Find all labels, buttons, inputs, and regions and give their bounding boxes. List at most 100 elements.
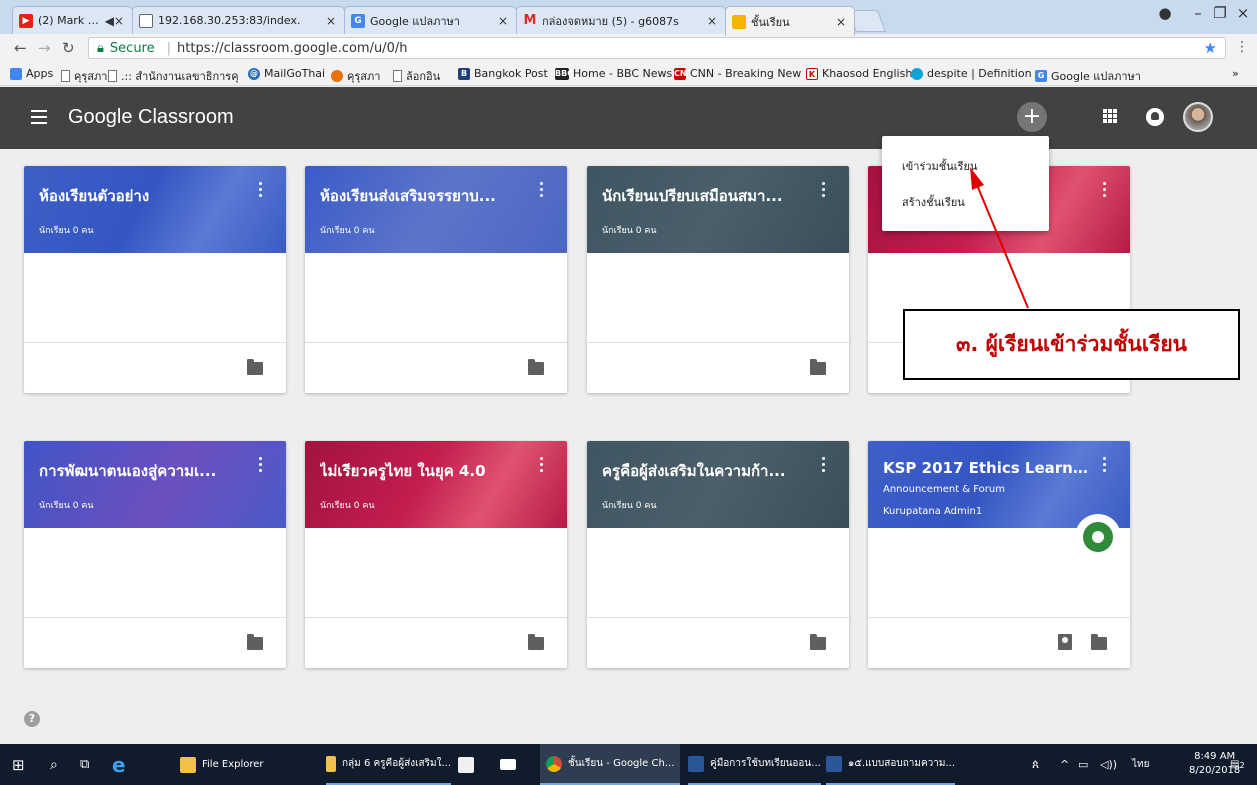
word-icon [826,755,842,772]
add-class-button[interactable]: + [1017,102,1047,132]
address-bar[interactable]: 🔒︎ Secure | https://classroom.google.com… [88,37,1226,59]
window-close-icon[interactable]: × [1228,4,1257,22]
tab-google-translate[interactable]: G Google แปลภาษา × [344,6,517,34]
tab-classroom[interactable]: ชั้นเรียน × [725,6,855,36]
card-footer [587,617,849,668]
create-class-menu-item[interactable]: สร้างชั้นเรียน [902,193,965,211]
help-icon[interactable]: ? [24,711,40,727]
card-header[interactable]: นักเรียนเปรียบเสมือนสมา... นักเรียน 0 คน [587,166,849,253]
bookmark-item[interactable]: คุรุสภา [61,67,107,85]
language-indicator[interactable]: ไทย [1132,744,1149,785]
reload-icon[interactable]: ↻ [62,39,75,57]
notifications-icon[interactable] [1146,108,1164,126]
bookmarks-overflow[interactable]: » [1232,67,1239,80]
folder-icon[interactable] [1091,634,1107,650]
class-title[interactable]: นักเรียนเปรียบเสมือนสมา... [602,184,807,208]
card-header[interactable]: ห้องเรียนตัวอย่าง นักเรียน 0 คน [24,166,286,253]
hamburger-menu-icon[interactable] [31,110,47,124]
tab-local-page[interactable]: 192.168.30.253:83/index. × [132,6,345,34]
edge-button[interactable]: e [112,744,126,785]
bookmark-apps[interactable]: Apps [10,67,53,80]
bookmark-item[interactable]: K Khaosod English [806,67,912,80]
folder-icon[interactable] [247,634,263,650]
close-icon[interactable]: × [326,14,336,28]
class-card[interactable]: การพัฒนาตนเองสู่ความเ... นักเรียน 0 คน [24,441,286,668]
taskbar-word-1[interactable]: คู่มือการใช้บทเรียนออน... [688,744,821,785]
task-view-button[interactable]: ⧉ [80,744,89,785]
card-header[interactable]: ไม่เรียวครูไทย ในยุค 4.0 นักเรียน 0 คน [305,441,567,528]
more-options-icon[interactable] [540,182,544,198]
class-card[interactable]: ไม่เรียวครูไทย ในยุค 4.0 นักเรียน 0 คน [305,441,567,668]
more-options-icon[interactable] [822,182,826,198]
mail-button[interactable] [500,744,522,785]
class-card[interactable]: ห้องเรียนตัวอย่าง นักเรียน 0 คน [24,166,286,393]
student-count: นักเรียน 0 คน [39,501,94,511]
close-icon[interactable]: × [836,15,846,29]
card-header[interactable]: ครูคือผู้ส่งเสริมในความก้า... นักเรียน 0… [587,441,849,528]
taskbar-file-explorer[interactable]: File Explorer [180,744,264,785]
class-card[interactable]: นักเรียนเปรียบเสมือนสมา... นักเรียน 0 คน [587,166,849,393]
more-options-icon[interactable] [1103,182,1107,198]
tray-chevron-icon[interactable]: ^ [1060,744,1069,785]
class-title[interactable]: ห้องเรียนตัวอย่าง [39,184,244,208]
start-button[interactable]: ⊞ [12,744,25,785]
more-options-icon[interactable] [259,457,263,473]
translate-icon: G [1035,70,1047,82]
bookmark-item[interactable]: G Google แปลภาษา [1035,67,1141,85]
class-card[interactable]: ครูคือผู้ส่งเสริมในความก้า... นักเรียน 0… [587,441,849,668]
tab-gmail[interactable]: M กล่องจดหมาย (5) - g6087s × [516,6,726,34]
network-icon[interactable]: ▭ [1078,744,1088,785]
more-options-icon[interactable] [1103,457,1107,473]
class-title[interactable]: การพัฒนาตนเองสู่ความเ... [39,459,244,483]
taskbar-chrome[interactable]: ชั้นเรียน - Google Ch... [540,744,681,785]
student-count: นักเรียน 0 คน [320,226,375,236]
folder-icon[interactable] [528,634,544,650]
back-icon[interactable]: ← [14,39,27,57]
browser-menu-icon[interactable]: ⋮ [1235,39,1249,55]
bookmark-item[interactable]: BBC Home - BBC News [555,67,672,80]
folder-icon[interactable] [528,359,544,375]
apps-grid-icon[interactable] [1103,109,1117,123]
card-header[interactable]: การพัฒนาตนเองสู่ความเ... นักเรียน 0 คน [24,441,286,528]
page-icon [139,13,153,28]
folder-icon[interactable] [810,634,826,650]
tab-title: Google แปลภาษา [370,14,460,28]
folder-icon[interactable] [810,359,826,375]
action-center-icon[interactable]: ▤ 2 [1230,744,1245,785]
search-button[interactable]: ⌕ [50,744,58,785]
taskbar-word-2[interactable]: ๑๕.แบบสอบถามความ... [826,744,956,785]
more-options-icon[interactable] [259,182,263,198]
store-button[interactable] [458,744,480,785]
more-options-icon[interactable] [822,457,826,473]
join-class-menu-item[interactable]: เข้าร่วมชั้นเรียน [902,157,977,175]
class-title[interactable]: ห้องเรียนส่งเสริมจรรยาบ... [320,184,525,208]
class-card[interactable]: ห้องเรียนส่งเสริมจรรยาบ... นักเรียน 0 คน [305,166,567,393]
class-title[interactable]: ครูคือผู้ส่งเสริมในความก้า... [602,459,807,483]
tab-youtube[interactable]: ▶ (2) Mark Zuckerberg ◀× [12,6,133,34]
class-title[interactable]: KSP 2017 Ethics Learn... [883,459,1088,477]
tab-audio-close[interactable]: ◀× [105,14,124,28]
close-icon[interactable]: × [498,14,508,28]
bookmark-item[interactable]: คุรุสภา [331,67,380,85]
forward-icon[interactable]: → [38,39,51,57]
more-options-icon[interactable] [540,457,544,473]
card-header[interactable]: ห้องเรียนส่งเสริมจรรยาบ... นักเรียน 0 คน [305,166,567,253]
avatar[interactable] [1183,102,1213,132]
bookmark-item[interactable]: despite | Definition o [911,67,1042,80]
profile-icon[interactable]: ● [1150,4,1180,22]
bookmark-item[interactable]: CN CNN - Breaking New [674,67,801,80]
class-card[interactable]: KSP 2017 Ethics Learn... Announcement & … [868,441,1130,668]
volume-icon[interactable]: ◁)) [1100,744,1117,785]
folder-icon[interactable] [247,359,263,375]
bookmark-star-icon[interactable]: ★ [1204,39,1217,57]
bookmark-item[interactable]: ล้อกอิน [393,67,440,85]
class-title[interactable]: ไม่เรียวครูไทย ในยุค 4.0 [320,459,525,483]
page-icon [393,70,402,82]
assignment-icon[interactable] [1058,634,1072,650]
bookmark-item[interactable]: B Bangkok Post [458,67,548,80]
taskbar-folder-window[interactable]: กลุ่ม 6 ครูคือผู้ส่งเสริมใ... [326,744,451,785]
bookmark-item[interactable]: .:: สำนักงานเลขาธิการคุ [108,67,239,85]
people-icon[interactable]: ጰ [1032,744,1039,785]
close-icon[interactable]: × [707,14,717,28]
bookmark-item[interactable]: @ MailGoThai [248,67,325,80]
